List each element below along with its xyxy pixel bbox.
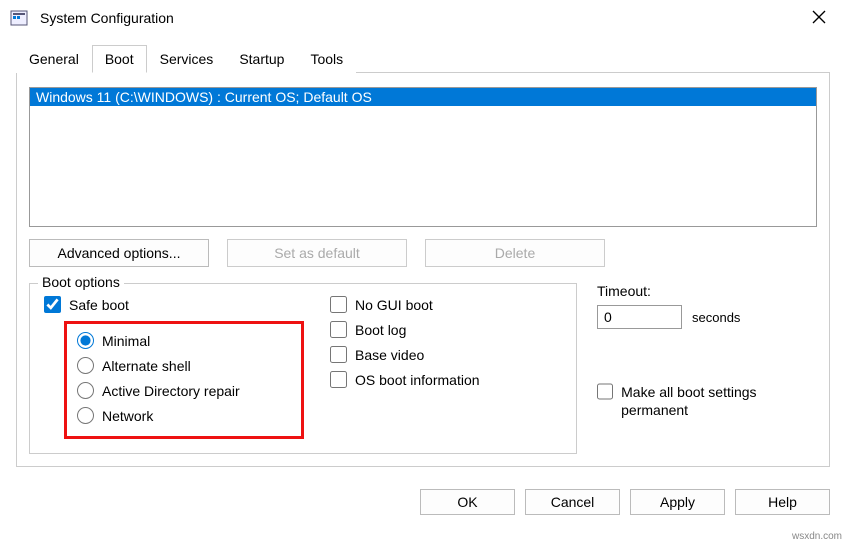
tab-services[interactable]: Services — [147, 45, 227, 73]
boot-log-checkbox[interactable] — [330, 321, 347, 338]
base-video-label: Base video — [355, 347, 424, 363]
os-boot-info-label: OS boot information — [355, 372, 480, 388]
app-icon — [10, 8, 30, 28]
os-list-item[interactable]: Windows 11 (C:\WINDOWS) : Current OS; De… — [30, 88, 816, 106]
network-radio[interactable] — [77, 407, 94, 424]
network-label: Network — [102, 408, 153, 424]
no-gui-label: No GUI boot — [355, 297, 433, 313]
watermark: wsxdn.com — [792, 531, 842, 542]
tab-boot[interactable]: Boot — [92, 45, 147, 73]
tab-strip: General Boot Services Startup Tools — [16, 44, 830, 73]
tab-general[interactable]: General — [16, 45, 92, 73]
safe-boot-label: Safe boot — [69, 297, 129, 313]
window-title: System Configuration — [40, 10, 802, 26]
minimal-label: Minimal — [102, 333, 150, 349]
apply-button[interactable]: Apply — [630, 489, 725, 515]
no-gui-checkbox[interactable] — [330, 296, 347, 313]
timeout-input[interactable] — [597, 305, 682, 329]
os-list[interactable]: Windows 11 (C:\WINDOWS) : Current OS; De… — [29, 87, 817, 227]
ok-button[interactable]: OK — [420, 489, 515, 515]
advanced-options-button[interactable]: Advanced options... — [29, 239, 209, 267]
set-default-button[interactable]: Set as default — [227, 239, 407, 267]
alternate-shell-radio[interactable] — [77, 357, 94, 374]
os-boot-info-checkbox[interactable] — [330, 371, 347, 388]
minimal-radio[interactable] — [77, 332, 94, 349]
close-button[interactable] — [802, 4, 836, 33]
boot-options-group: Boot options Safe boot Minimal Alter — [29, 283, 577, 454]
tab-tools[interactable]: Tools — [297, 45, 356, 73]
boot-log-label: Boot log — [355, 322, 406, 338]
permanent-checkbox[interactable] — [597, 383, 613, 400]
boot-options-legend: Boot options — [38, 274, 124, 290]
ad-repair-label: Active Directory repair — [102, 383, 240, 399]
cancel-button[interactable]: Cancel — [525, 489, 620, 515]
base-video-checkbox[interactable] — [330, 346, 347, 363]
safe-boot-checkbox[interactable] — [44, 296, 61, 313]
permanent-label: Make all boot settings permanent — [621, 383, 817, 419]
timeout-unit: seconds — [692, 310, 740, 325]
tab-startup[interactable]: Startup — [226, 45, 297, 73]
help-button[interactable]: Help — [735, 489, 830, 515]
delete-button[interactable]: Delete — [425, 239, 605, 267]
safe-boot-radio-group: Minimal Alternate shell Active Directory… — [64, 321, 304, 439]
alternate-shell-label: Alternate shell — [102, 358, 191, 374]
timeout-label: Timeout: — [597, 283, 817, 299]
ad-repair-radio[interactable] — [77, 382, 94, 399]
timeout-section: Timeout: seconds Make all boot settings … — [597, 283, 817, 454]
